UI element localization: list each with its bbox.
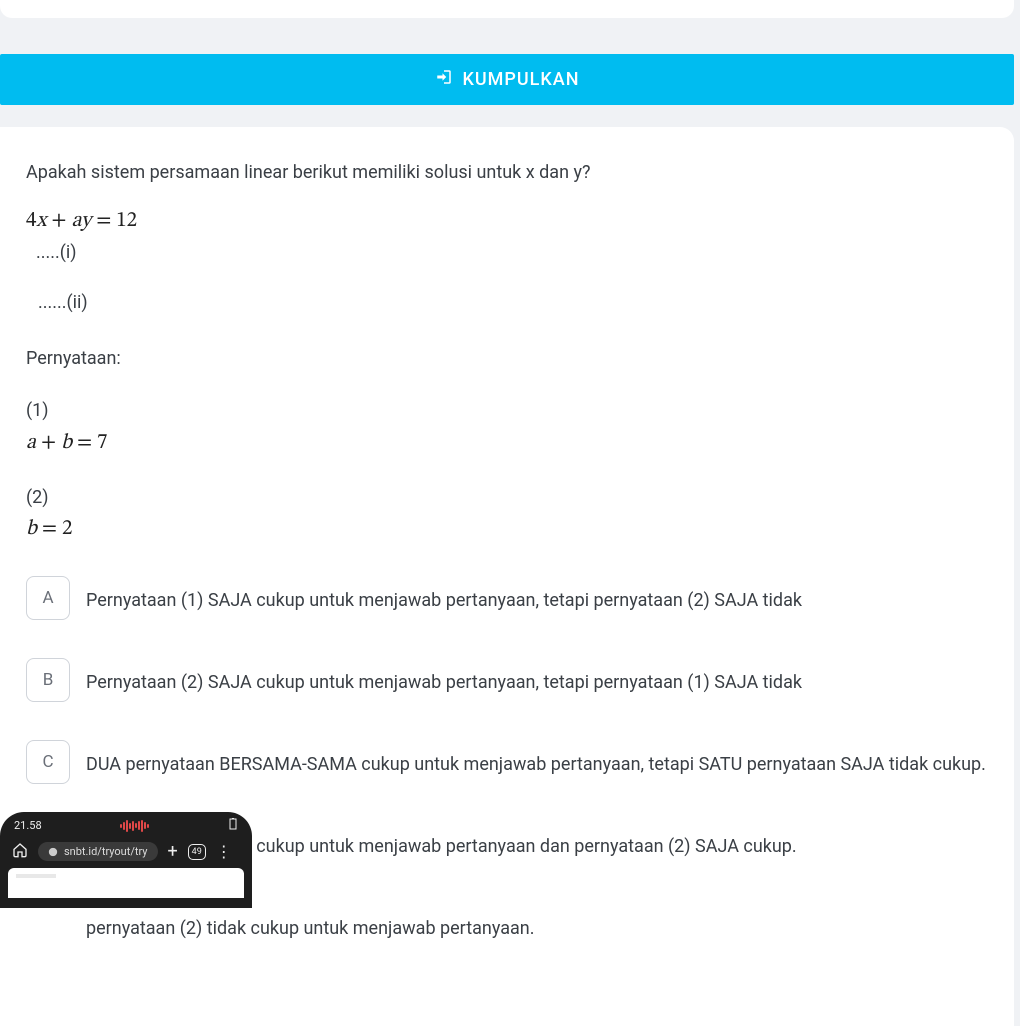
- statement-1-number: (1): [26, 397, 988, 425]
- statement-1-equation: a + b = 7: [26, 427, 988, 460]
- phone-url-text: snbt.id/tryout/try: [64, 845, 148, 858]
- submit-button[interactable]: KUMPULKAN: [0, 54, 1014, 105]
- option-b: B Pernyataan (2) SAJA cukup untuk menjaw…: [26, 658, 988, 702]
- option-a-text: Pernyataan (1) SAJA cukup untuk menjawab…: [86, 576, 988, 617]
- menu-dots-icon[interactable]: ⋮: [216, 842, 231, 861]
- option-b-text: Pernyataan (2) SAJA cukup untuk menjawab…: [86, 658, 988, 699]
- phone-page-line: [16, 874, 56, 878]
- top-card-edge: [0, 0, 1014, 18]
- login-icon: [435, 68, 453, 91]
- equation-1-tag: .....(i): [36, 239, 988, 267]
- battery-icon: [228, 818, 238, 833]
- phone-status-bar: 21.58: [0, 812, 252, 835]
- statement-2-number: (2): [26, 484, 988, 512]
- option-c-key[interactable]: C: [26, 740, 70, 784]
- option-b-key[interactable]: B: [26, 658, 70, 702]
- option-e-text: pernyataan (2) tidak cukup untuk menjawa…: [86, 904, 988, 945]
- option-c-text: DUA pernyataan BERSAMA-SAMA cukup untuk …: [86, 740, 988, 781]
- statements-label: Pernyataan:: [26, 345, 988, 373]
- question-prompt: Apakah sistem persamaan linear berikut m…: [26, 159, 988, 187]
- phone-overlay: 21.58 snbt.id/tryout/try + 49 ⋮: [0, 812, 252, 908]
- submit-label: KUMPULKAN: [463, 69, 580, 90]
- statement-2-equation: b = 2: [26, 513, 988, 546]
- option-a: A Pernyataan (1) SAJA cukup untuk menjaw…: [26, 576, 988, 620]
- phone-browser-toolbar: snbt.id/tryout/try + 49 ⋮: [0, 835, 252, 868]
- option-a-key[interactable]: A: [26, 576, 70, 620]
- recording-wave-icon: [120, 820, 149, 832]
- phone-url-bar[interactable]: snbt.id/tryout/try: [38, 842, 158, 861]
- phone-page-preview: [8, 868, 244, 898]
- equation-2-tag: ......(ii): [38, 289, 988, 317]
- option-e: E pernyataan (2) tidak cukup untuk menja…: [26, 904, 988, 948]
- home-icon[interactable]: [12, 842, 28, 862]
- option-c: C DUA pernyataan BERSAMA-SAMA cukup untu…: [26, 740, 988, 784]
- tab-count-badge[interactable]: 49: [188, 844, 206, 860]
- equation-1: 4x + ay = 12: [26, 205, 988, 238]
- phone-time: 21.58: [14, 819, 42, 832]
- new-tab-icon[interactable]: +: [168, 841, 178, 862]
